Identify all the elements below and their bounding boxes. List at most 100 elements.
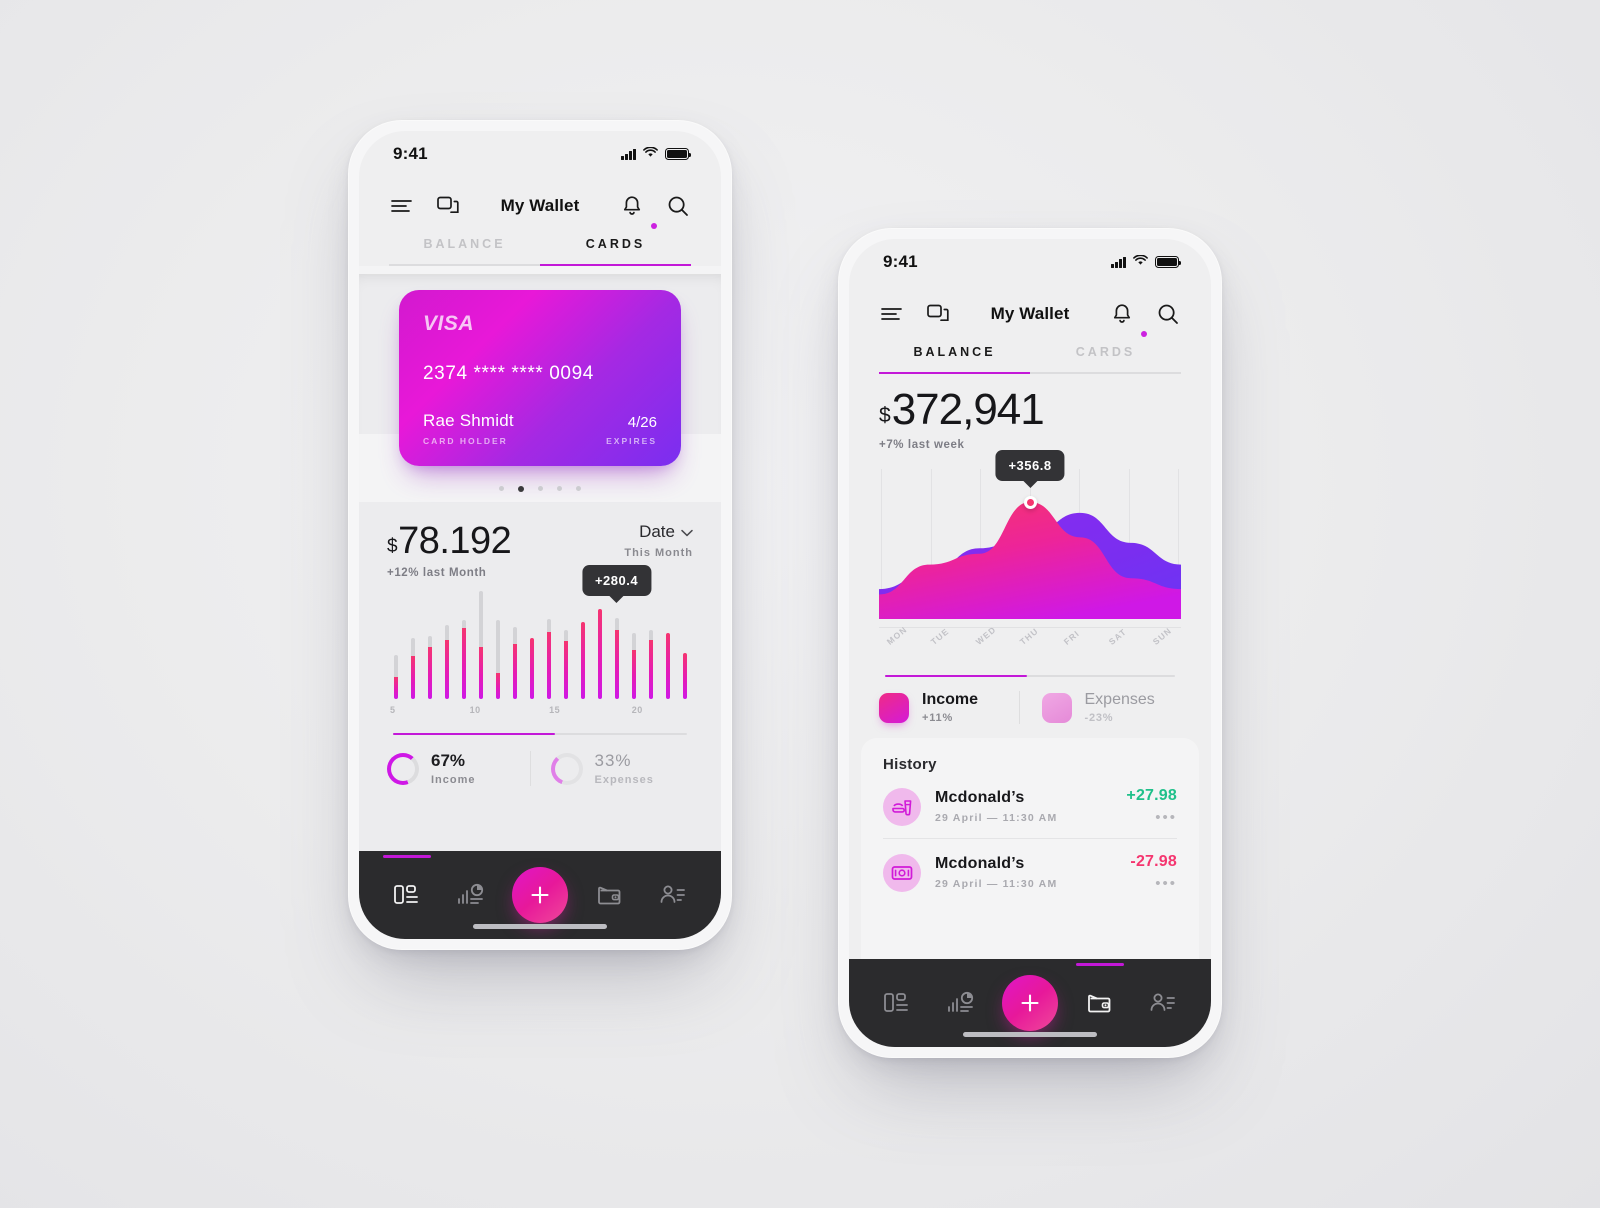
notification-dot — [1141, 331, 1147, 337]
nav-dashboard[interactable] — [383, 855, 431, 917]
bar[interactable] — [523, 591, 540, 699]
nav-wallet[interactable] — [588, 873, 632, 917]
bar[interactable] — [489, 591, 506, 699]
bar[interactable] — [438, 591, 455, 699]
carousel-dot[interactable] — [538, 486, 543, 491]
bell-icon[interactable] — [1109, 301, 1135, 327]
area-chart-wrap[interactable]: +356.8 — [879, 450, 1181, 619]
day-tick: FRI — [1062, 628, 1082, 647]
page-title: My Wallet — [500, 196, 580, 215]
phone-mockup-cards: 9:41 My Wallet BALANCE CARDS VISA 2374 *… — [348, 120, 732, 950]
bar-cap — [631, 633, 636, 650]
date-selector-sub: This Month — [624, 547, 693, 559]
menu-icon[interactable] — [879, 301, 905, 327]
status-bar-2: 9:41 — [849, 239, 1211, 285]
status-icons — [621, 145, 692, 163]
legend-income-text: Income +11% — [922, 691, 978, 724]
date-selector[interactable]: Date This Month — [624, 522, 693, 559]
add-button[interactable] — [1002, 975, 1058, 1031]
transaction-name: Mcdonald’s — [935, 789, 1025, 806]
carousel-dot-active[interactable] — [518, 486, 524, 492]
bell-icon[interactable] — [619, 193, 645, 219]
transaction-menu-icon[interactable]: ••• — [1130, 875, 1177, 892]
status-bar: 9:41 — [359, 131, 721, 177]
header-left-actions-2 — [879, 301, 951, 327]
list-item[interactable]: Mcdonald’s 29 April — 11:30 AM -27.98 ••… — [883, 838, 1177, 904]
date-selector-label: Date — [639, 522, 675, 541]
nav-profile[interactable] — [651, 873, 695, 917]
transaction-menu-icon[interactable]: ••• — [1126, 809, 1177, 826]
legend-income[interactable]: Income +11% — [879, 691, 1019, 724]
amount-value: 78.192 — [398, 520, 512, 562]
donut-expenses[interactable]: 33% Expenses — [529, 751, 694, 786]
nav-active-indicator — [383, 855, 431, 858]
expenses-swatch-icon — [1041, 692, 1072, 723]
area-chart-day-axis: MON TUE WED THU FRI SAT SUN — [879, 624, 1181, 661]
amount-block: $ 78.192 +12% last Month — [387, 520, 512, 579]
bar-value — [427, 646, 432, 699]
signal-bars-icon — [1111, 256, 1126, 268]
tab-balance-label: BALANCE — [423, 237, 506, 251]
page-title-2: My Wallet — [990, 304, 1070, 323]
chat-icon[interactable] — [435, 193, 461, 219]
bar[interactable] — [642, 591, 659, 699]
legend-expenses[interactable]: Expenses -23% — [1018, 691, 1182, 724]
nav-analytics[interactable] — [449, 873, 493, 917]
list-item[interactable]: Mcdonald’s 29 April — 11:30 AM +27.98 ••… — [883, 773, 1177, 838]
bar-cap — [478, 591, 483, 647]
panel-scroll-thumb-2[interactable] — [885, 675, 1028, 677]
nav-analytics[interactable] — [939, 981, 983, 1025]
bar[interactable] — [676, 591, 693, 699]
bar[interactable] — [455, 591, 472, 699]
search-icon[interactable] — [665, 193, 691, 219]
bar[interactable] — [421, 591, 438, 699]
chat-icon[interactable] — [925, 301, 951, 327]
card-holder-caption: CARD HOLDER — [423, 436, 508, 446]
tab-cards[interactable]: CARDS — [1030, 343, 1181, 372]
tab-balance[interactable]: BALANCE — [879, 343, 1030, 372]
carousel-dot[interactable] — [557, 486, 562, 491]
bar[interactable] — [387, 591, 404, 699]
search-icon[interactable] — [1155, 301, 1181, 327]
transaction-amount: -27.98 — [1130, 853, 1177, 870]
bar-cap — [563, 630, 568, 642]
bar[interactable] — [574, 591, 591, 699]
bar[interactable] — [540, 591, 557, 699]
bar[interactable] — [625, 591, 642, 699]
bar-value — [393, 677, 398, 699]
panel-scroll-rail[interactable] — [393, 733, 687, 735]
menu-icon[interactable] — [389, 193, 415, 219]
donut-income[interactable]: 67% Income — [387, 751, 530, 786]
expenses-label: Expenses — [594, 774, 654, 786]
bar-cap — [410, 638, 415, 656]
bar[interactable] — [608, 591, 625, 699]
add-button[interactable] — [512, 867, 568, 923]
tab-balance-label: BALANCE — [913, 345, 996, 359]
bar[interactable] — [659, 591, 676, 699]
home-indicator-2 — [963, 1032, 1097, 1037]
bar[interactable] — [404, 591, 421, 699]
bar[interactable] — [472, 591, 489, 699]
bar-chart[interactable] — [387, 591, 693, 699]
bar[interactable] — [557, 591, 574, 699]
x-tick: 15 — [549, 705, 561, 715]
tab-cards[interactable]: CARDS — [540, 235, 691, 264]
wifi-icon — [643, 145, 658, 163]
bar[interactable] — [591, 591, 608, 699]
carousel-dots[interactable] — [359, 486, 721, 492]
credit-card[interactable]: VISA 2374 **** **** 0094 Rae Shmidt CARD… — [399, 290, 681, 466]
nav-dashboard[interactable] — [875, 981, 919, 1025]
bar[interactable] — [506, 591, 523, 699]
bar-value — [461, 628, 466, 699]
carousel-dot[interactable] — [499, 486, 504, 491]
panel-scroll-thumb[interactable] — [393, 733, 555, 735]
balance-value: 372,941 — [891, 385, 1045, 434]
nav-wallet[interactable] — [1075, 963, 1124, 1025]
nav-profile[interactable] — [1141, 981, 1185, 1025]
carousel-dot[interactable] — [576, 486, 581, 491]
tab-balance[interactable]: BALANCE — [389, 235, 540, 264]
panel-scroll-rail-2[interactable] — [885, 675, 1175, 677]
transaction-right: -27.98 ••• — [1130, 853, 1177, 892]
area-chart-tooltip: +356.8 — [995, 450, 1065, 482]
date-selector-main[interactable]: Date — [624, 522, 693, 542]
